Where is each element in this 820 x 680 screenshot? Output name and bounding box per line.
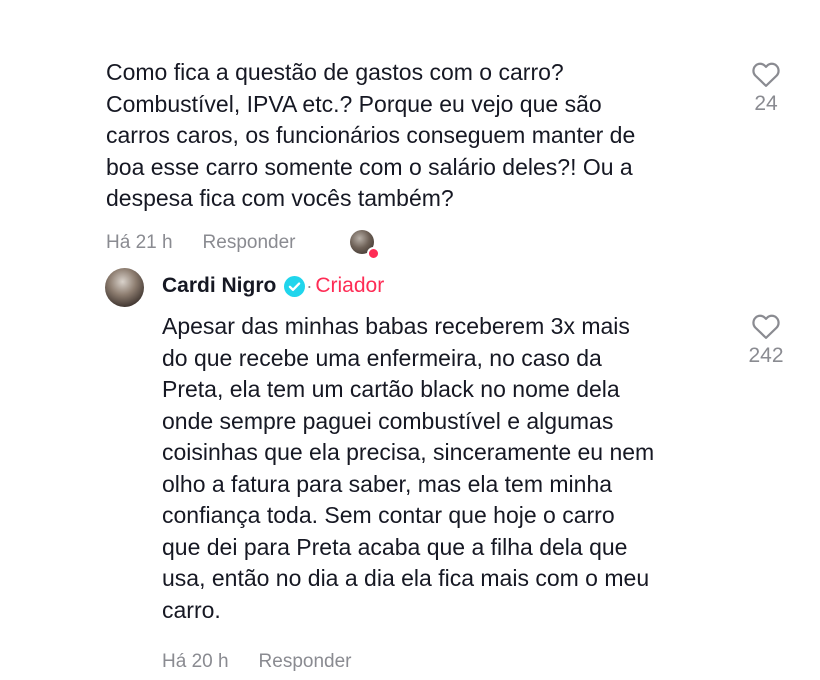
like-button[interactable]: 242 (736, 312, 796, 368)
separator-dot: · (306, 275, 313, 296)
creator-badge: Criador (315, 274, 385, 297)
heart-outline-icon[interactable] (751, 60, 781, 88)
comment-timestamp: Há 20 h (162, 651, 229, 672)
author-name[interactable]: Cardi Nigro (162, 274, 276, 298)
reply-button[interactable]: Responder (259, 651, 352, 673)
comment-meta: Há 20 h Responder (162, 651, 352, 673)
reply-text: Apesar das minhas babas receberem 3x mai… (162, 313, 655, 623)
like-count: 242 (748, 344, 784, 367)
like-button[interactable]: 24 (736, 60, 796, 116)
author-row: Cardi Nigro · Criador (162, 274, 384, 298)
heart-outline-icon[interactable] (751, 312, 781, 340)
avatar[interactable] (105, 268, 144, 307)
reply-button[interactable]: Responder (203, 232, 296, 254)
creator-liked-icon (350, 230, 380, 260)
heart-badge-icon (367, 247, 380, 260)
like-count: 24 (754, 92, 778, 115)
comment-text: Como fica a questão de gastos com o carr… (106, 59, 636, 211)
comment-meta: Há 21 h Responder (106, 232, 296, 254)
verified-check-icon (284, 275, 306, 297)
comment-timestamp: Há 21 h (106, 232, 173, 253)
